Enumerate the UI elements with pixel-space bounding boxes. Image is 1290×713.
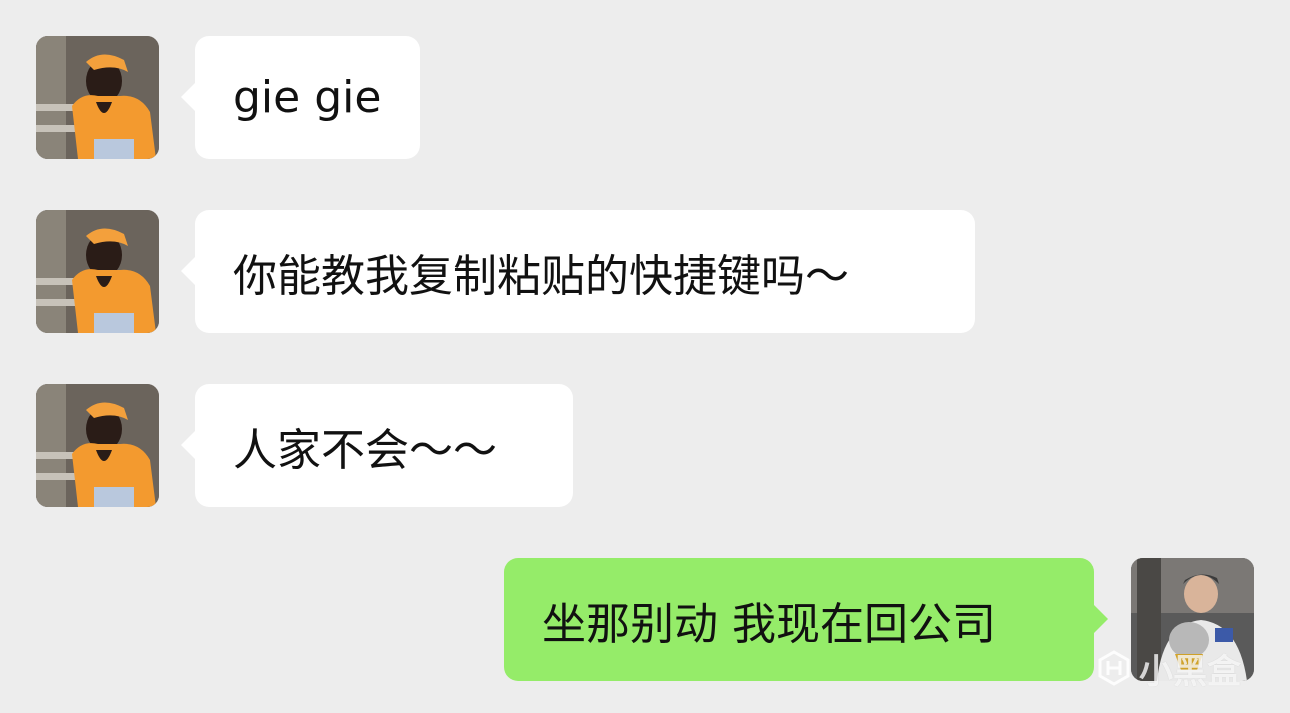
- message-bubble-incoming[interactable]: gie gie: [181, 36, 420, 159]
- avatar-photo-icon: [36, 36, 159, 159]
- message-bubble-outgoing[interactable]: 坐那别动 我现在回公司: [504, 558, 1108, 681]
- avatar-contact[interactable]: [36, 36, 159, 159]
- message-text: 坐那别动 我现在回公司: [542, 598, 996, 650]
- avatar-photo-icon: [36, 384, 159, 507]
- message-bubble-incoming[interactable]: 人家不会～～: [181, 384, 573, 507]
- avatar-photo-icon: [36, 210, 159, 333]
- watermark: 小黑盒: [1095, 638, 1265, 698]
- heybox-logo-icon: [1098, 650, 1130, 686]
- avatar-contact[interactable]: [36, 210, 159, 333]
- watermark-text: 小黑盒: [1139, 651, 1241, 692]
- message-text: 你能教我复制粘贴的快捷键吗～: [233, 250, 849, 302]
- message-text: gie gie: [233, 72, 382, 123]
- message-bubble-incoming[interactable]: 你能教我复制粘贴的快捷键吗～: [181, 210, 975, 333]
- message-text: 人家不会～～: [233, 424, 497, 476]
- avatar-contact[interactable]: [36, 384, 159, 507]
